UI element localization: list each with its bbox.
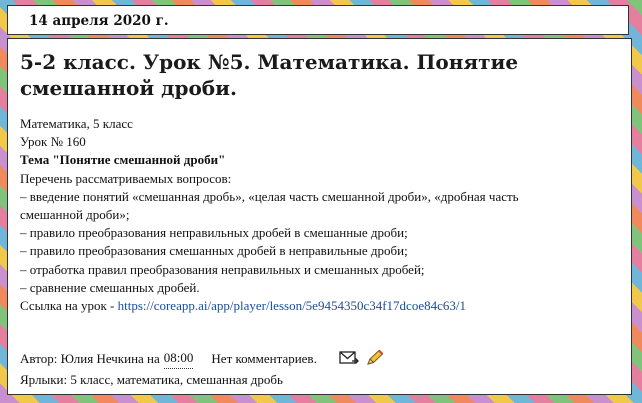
edit-pencil-icon[interactable] (365, 349, 387, 367)
labels-row[interactable]: Ярлыки: 5 класс, математика, смешанная д… (20, 369, 620, 390)
post-line-item: – сравнение смешанных дробей. (20, 279, 200, 295)
post-line-item: смешанной дроби»; (20, 207, 130, 223)
lesson-link-prefix: Ссылка на урок - (20, 298, 118, 314)
lesson-link[interactable]: https://coreapp.ai/app/player/lesson/5e9… (118, 298, 466, 313)
post-line-item: – правило преобразования смешанных дробе… (20, 243, 408, 259)
email-post-icon[interactable] (339, 349, 361, 367)
lesson-link-line: Ссылка на урок - https://coreapp.ai/app/… (20, 297, 620, 315)
comments-link[interactable]: Нет комментариев. (211, 348, 316, 369)
date-header-bar: 14 апреля 2020 г. (7, 5, 629, 35)
post-line-item: – правило преобразования неправильных др… (20, 225, 408, 241)
post-meta-row: Автор: Юлия Нечкина на 08:00 Нет коммент… (20, 347, 620, 369)
post-body: Математика, 5 класс Урок № 160 Тема "Пон… (20, 115, 620, 315)
post-line-item: – введение понятий «смешанная дробь», «ц… (20, 188, 519, 204)
post-time-link[interactable]: 08:00 (163, 347, 194, 369)
post-line-questions-heading: Перечень рассматриваемых вопросов: (20, 170, 232, 186)
author-text: Автор: Юлия Нечкина на (20, 350, 160, 366)
date-header: 14 апреля 2020 г. (29, 13, 169, 29)
post-line-subject: Математика, 5 класс (20, 116, 133, 131)
post-line-item: – отработка правил преобразования неправ… (20, 261, 425, 277)
blog-post: 5-2 класс. Урок №5. Математика. Понятие … (7, 38, 632, 395)
post-footer: Автор: Юлия Нечкина на 08:00 Нет коммент… (20, 347, 620, 390)
post-line-topic: Тема "Понятие смешанной дроби" (20, 152, 226, 168)
post-title[interactable]: 5-2 класс. Урок №5. Математика. Понятие … (20, 49, 620, 101)
post-line-lesson: Урок № 160 (20, 134, 86, 150)
